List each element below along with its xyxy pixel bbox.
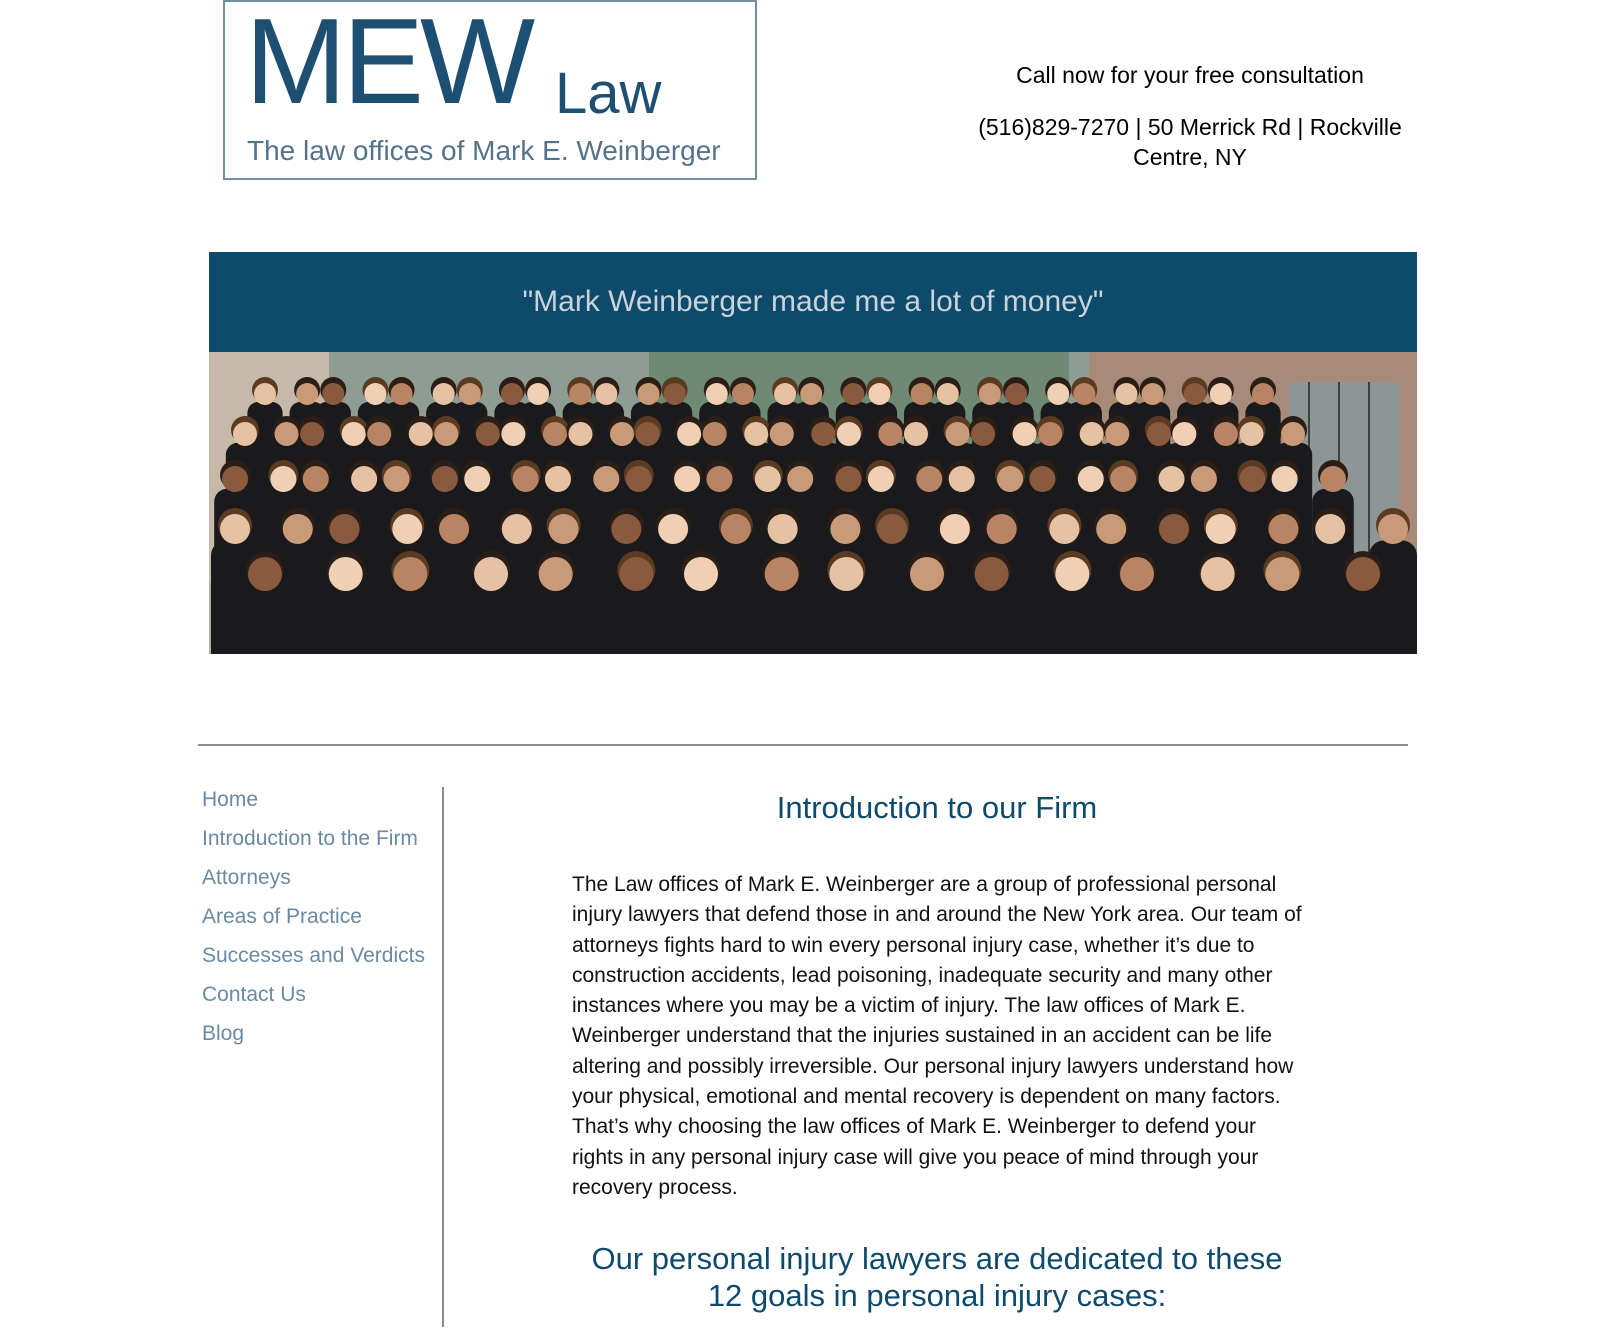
sidebar-nav: Home Introduction to the Firm Attorneys … <box>202 787 442 1060</box>
team-photo <box>209 352 1417 654</box>
logo-brand-suffix: Law <box>555 61 662 126</box>
nav-item-successes[interactable]: Successes and Verdicts <box>202 943 442 969</box>
team-photo-illustration <box>209 352 1417 654</box>
section-divider <box>198 744 1408 746</box>
logo-brand: MEW <box>245 0 535 129</box>
nav-item-home[interactable]: Home <box>202 787 442 813</box>
sidebar-divider <box>442 787 444 1327</box>
main-content: Introduction to our Firm The Law offices… <box>572 790 1302 1313</box>
testimonial-banner: "Mark Weinberger made me a lot of money" <box>209 252 1417 352</box>
nav-item-attorneys[interactable]: Attorneys <box>202 865 442 891</box>
logo-tagline: The law offices of Mark E. Weinberger <box>247 135 721 166</box>
nav-item-areas-of-practice[interactable]: Areas of Practice <box>202 904 442 930</box>
nav-item-blog[interactable]: Blog <box>202 1021 442 1047</box>
intro-paragraph: The Law offices of Mark E. Weinberger ar… <box>572 873 1302 1199</box>
contact-address: (516)829-7270 | 50 Merrick Rd | Rockvill… <box>978 114 1402 170</box>
site-logo[interactable]: MEW Law The law offices of Mark E. Weinb… <box>223 0 757 180</box>
page-title: Introduction to our Firm <box>776 790 1098 825</box>
consultation-cta: Call now for your free consultation <box>1016 62 1364 88</box>
nav-item-contact[interactable]: Contact Us <box>202 982 442 1008</box>
header-contact: Call now for your free consultation (516… <box>950 60 1430 172</box>
nav-item-introduction[interactable]: Introduction to the Firm <box>202 826 442 852</box>
testimonial-quote: "Mark Weinberger made me a lot of money" <box>522 285 1104 318</box>
goals-heading: Our personal injury lawyers are dedicate… <box>591 1241 1283 1313</box>
